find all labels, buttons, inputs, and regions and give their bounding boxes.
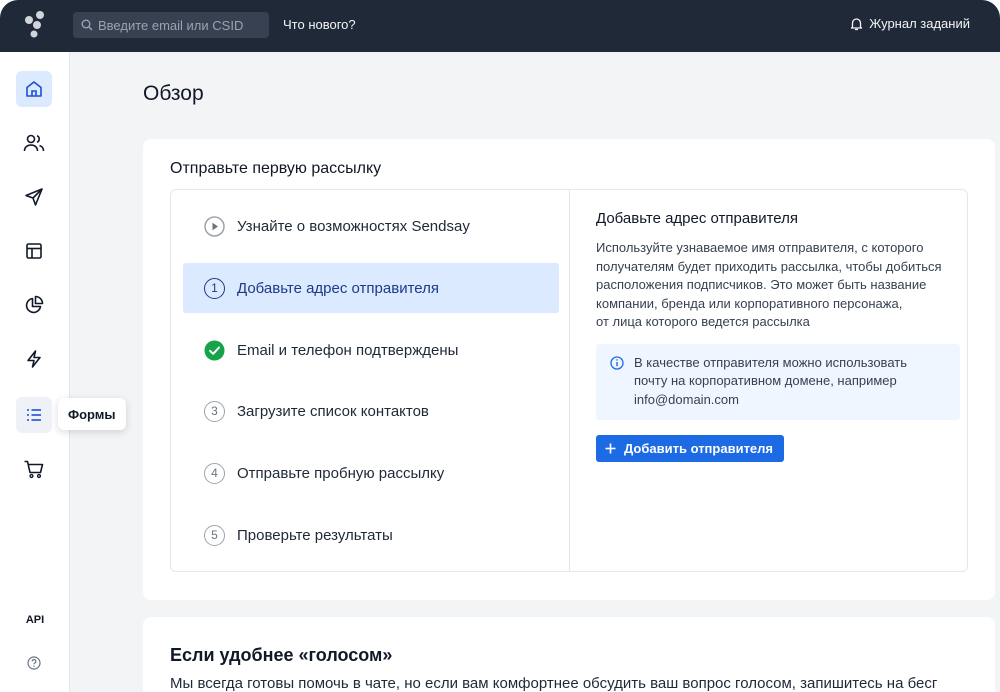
add-sender-label: Добавить отправителя [624, 440, 774, 456]
step-detail: Добавьте адрес отправителя Используйте у… [596, 210, 960, 462]
step-label: Проверьте результаты [237, 526, 393, 544]
step-label: Email и телефон подтверждены [237, 341, 459, 359]
step-number: 1 [204, 277, 225, 299]
layout-icon [26, 243, 42, 259]
top-bar: Что нового? Журнал заданий [0, 0, 1000, 52]
step-label: Загрузите список контактов [237, 402, 429, 420]
voice-card: Если удобнее «голосом» Мы всегда готовы … [143, 617, 995, 692]
info-text: В качестве отправителя можно использоват… [634, 354, 907, 407]
app-window: Что нового? Журнал заданий [0, 0, 1000, 692]
sidebar-item-analytics[interactable] [16, 287, 52, 323]
step-verified[interactable]: Email и телефон подтверждены [183, 325, 559, 375]
plus-icon [605, 443, 616, 453]
sidebar-item-shop[interactable] [16, 451, 52, 487]
list-icon [27, 409, 41, 421]
bell-icon [851, 17, 863, 30]
page-title: Обзор [143, 82, 204, 105]
step-learn-features[interactable]: Узнайте о возможностях Sendsay [183, 201, 559, 251]
search-input[interactable] [98, 17, 268, 33]
cart-icon [24, 460, 44, 479]
step-check-results[interactable]: 5 Проверьте результаты [183, 510, 559, 560]
step-number: 5 [204, 524, 225, 546]
sidebar-tooltip: Формы [58, 398, 126, 430]
pie-chart-icon [25, 295, 44, 314]
onboarding-title: Отправьте первую рассылку [170, 160, 382, 177]
users-icon [23, 134, 45, 152]
search-icon [81, 19, 93, 31]
info-icon [610, 355, 624, 370]
voice-text: Мы всегда готовы помочь в чате, но если … [170, 675, 938, 692]
whats-new-link[interactable]: Что нового? [283, 17, 356, 32]
step-label: Добавьте адрес отправителя [237, 279, 439, 297]
sidebar-item-automation[interactable] [16, 341, 52, 377]
info-note: В качестве отправителя можно использоват… [596, 343, 960, 420]
logo-icon[interactable] [22, 10, 50, 38]
sidebar-item-contacts[interactable] [16, 125, 52, 161]
step-upload-contacts[interactable]: 3 Загрузите список контактов [183, 386, 559, 436]
onboarding-steps: Узнайте о возможностях Sendsay 1 Добавьт… [171, 190, 570, 571]
help-icon[interactable] [27, 656, 41, 675]
detail-description: Используйте узнаваемое имя отправителя, … [596, 240, 942, 329]
search-box[interactable] [73, 12, 269, 38]
send-icon [25, 188, 43, 206]
sidebar-item-templates[interactable] [16, 233, 52, 269]
play-icon [204, 215, 225, 237]
lightning-icon [27, 350, 41, 368]
sidebar: Формы API [0, 52, 126, 692]
step-label: Узнайте о возможностях Sendsay [237, 217, 470, 235]
sidebar-item-campaigns[interactable] [16, 179, 52, 215]
sidebar-item-home[interactable] [16, 71, 52, 107]
onboarding-card: Отправьте первую рассылку Узнайте о возм… [143, 139, 995, 600]
onboarding-panel: Узнайте о возможностях Sendsay 1 Добавьт… [170, 189, 968, 572]
step-label: Отправьте пробную рассылку [237, 464, 445, 482]
detail-title: Добавьте адрес отправителя [596, 210, 798, 227]
home-icon [26, 81, 42, 97]
task-journal-button[interactable]: Журнал заданий [850, 16, 970, 31]
step-number: 3 [204, 400, 225, 422]
add-sender-button[interactable]: Добавить отправителя [596, 434, 784, 462]
check-circle-icon [204, 340, 225, 361]
step-number: 4 [204, 462, 225, 484]
api-link[interactable]: API [0, 614, 70, 626]
step-add-sender[interactable]: 1 Добавьте адрес отправителя [183, 263, 559, 313]
sidebar-item-forms[interactable] [16, 397, 52, 433]
voice-title: Если удобнее «голосом» [170, 645, 393, 665]
step-test-campaign[interactable]: 4 Отправьте пробную рассылку [183, 448, 559, 498]
task-journal-label: Журнал заданий [869, 16, 970, 31]
